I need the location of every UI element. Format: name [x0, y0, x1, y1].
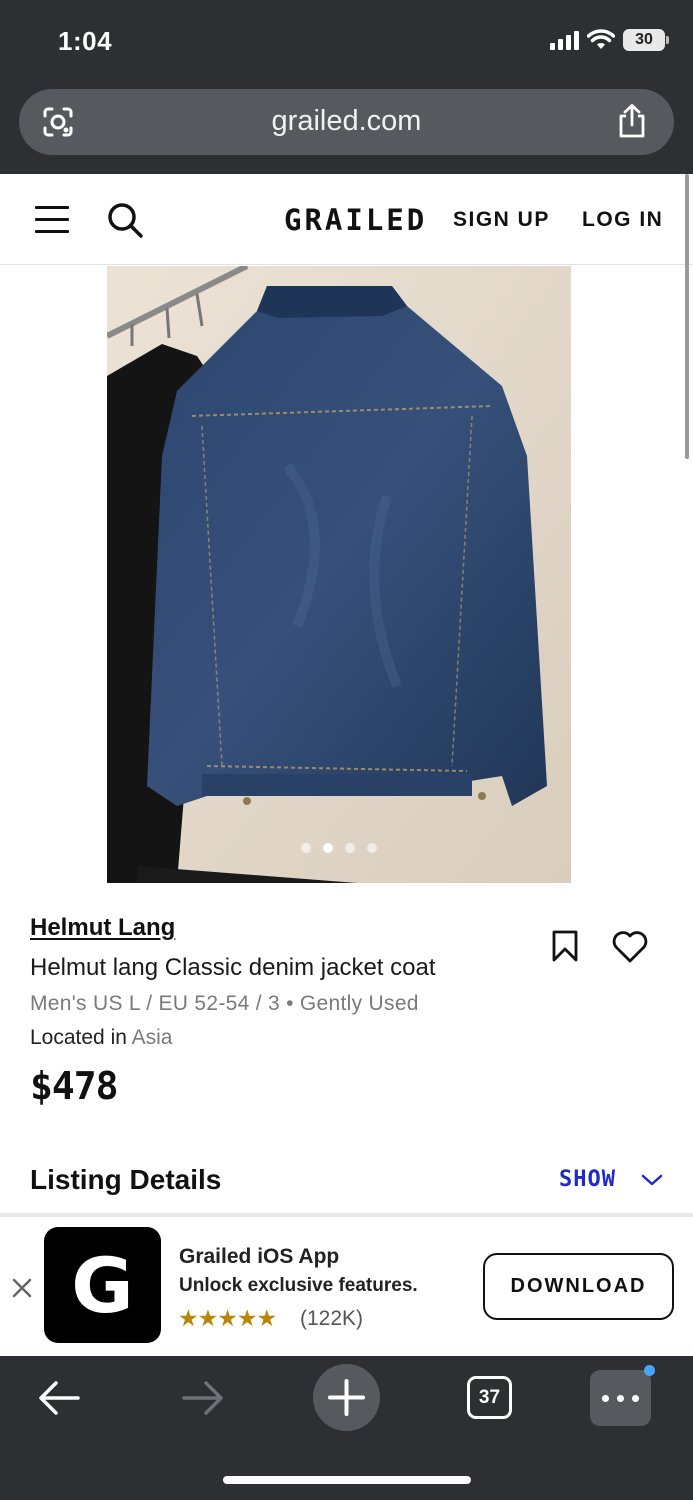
review-count: (122K): [300, 1307, 364, 1330]
status-bar: 1:04 30: [0, 0, 693, 84]
url-text[interactable]: grailed.com: [19, 105, 674, 138]
address-bar[interactable]: grailed.com: [19, 89, 674, 155]
forward-arrow-icon[interactable]: [180, 1378, 226, 1418]
search-icon[interactable]: [105, 200, 145, 240]
product-image[interactable]: [107, 266, 571, 883]
cellular-signal-icon: [550, 30, 579, 50]
carousel-dot[interactable]: [345, 843, 355, 853]
grailed-logo[interactable]: GRAILED: [284, 203, 427, 237]
location: Located in Asia: [30, 1026, 172, 1050]
wifi-icon: [587, 29, 615, 49]
jacket-photo: [107, 266, 571, 883]
back-arrow-icon[interactable]: [36, 1378, 82, 1418]
carousel-dot[interactable]: [301, 843, 311, 853]
star-rating-icon: ★★★★★: [178, 1305, 277, 1331]
app-icon[interactable]: G: [44, 1227, 161, 1343]
location-label: Located in: [30, 1026, 127, 1049]
carousel-dot[interactable]: [367, 843, 377, 853]
new-tab-button[interactable]: [313, 1364, 380, 1431]
close-icon[interactable]: [11, 1277, 33, 1299]
location-value: Asia: [131, 1026, 173, 1049]
share-icon[interactable]: [616, 103, 648, 139]
notification-dot: [644, 1365, 655, 1376]
download-button[interactable]: DOWNLOAD: [483, 1253, 674, 1320]
status-indicators: 30: [550, 29, 669, 51]
listing-title: Helmut lang Classic denim jacket coat: [30, 954, 436, 981]
battery-icon: 30: [623, 29, 669, 51]
sign-up-link[interactable]: SIGN UP: [453, 208, 550, 232]
carousel-dot-active[interactable]: [323, 843, 333, 853]
app-tagline: Unlock exclusive features.: [179, 1275, 418, 1296]
brand-link[interactable]: Helmut Lang: [30, 914, 175, 942]
size-condition: Men's US L / EU 52-54 / 3 • Gently Used: [30, 992, 419, 1015]
page-scrollbar[interactable]: [685, 174, 689, 459]
image-carousel-dots[interactable]: [107, 843, 571, 853]
site-header: GRAILED SIGN UP LOG IN: [0, 174, 693, 265]
menu-icon[interactable]: [35, 206, 69, 234]
log-in-link[interactable]: LOG IN: [582, 208, 663, 232]
listing-details-heading: Listing Details: [30, 1164, 222, 1195]
web-page: GRAILED SIGN UP LOG IN Helmut Lang Helmu…: [0, 174, 693, 1356]
more-menu-button[interactable]: [590, 1365, 655, 1426]
bookmark-icon[interactable]: [551, 930, 579, 962]
heart-icon[interactable]: [611, 930, 649, 964]
show-details-toggle[interactable]: SHOW: [559, 1167, 616, 1192]
app-install-banner: G Grailed iOS App Unlock exclusive featu…: [0, 1213, 693, 1356]
home-indicator: [223, 1476, 471, 1484]
price: $478: [30, 1064, 119, 1108]
tab-switcher-button[interactable]: 37: [467, 1376, 512, 1419]
app-name: Grailed iOS App: [179, 1245, 340, 1268]
plus-icon: [328, 1379, 365, 1416]
chevron-down-icon[interactable]: [640, 1170, 664, 1190]
status-time: 1:04: [58, 26, 113, 56]
